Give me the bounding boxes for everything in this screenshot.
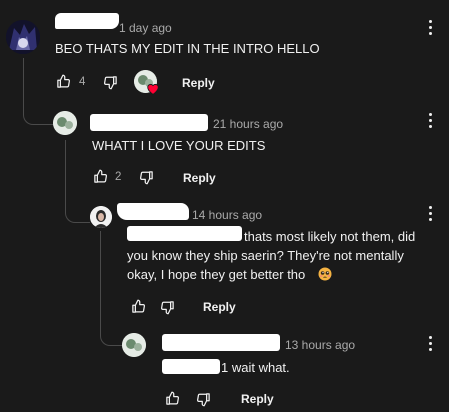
like-count: 4 xyxy=(79,76,86,88)
redacted-username xyxy=(117,203,189,220)
reply-button[interactable]: Reply xyxy=(241,392,274,406)
thumbs-up-icon xyxy=(57,74,71,88)
comment-time: 13 hours ago xyxy=(285,338,356,352)
more-options-icon[interactable] xyxy=(429,206,433,224)
dislike-button[interactable] xyxy=(103,75,118,90)
avatar[interactable] xyxy=(53,111,77,135)
thumbs-down-icon xyxy=(160,301,174,315)
thumbs-up-icon xyxy=(166,391,180,405)
avatar[interactable] xyxy=(90,206,112,228)
dislike-button[interactable] xyxy=(160,300,175,315)
comment-text: 1 wait what. xyxy=(221,360,290,375)
comment-text-line: thats most likely not them, did xyxy=(244,229,416,244)
pleading-face-emoji-icon xyxy=(318,267,332,281)
thumbs-up-icon xyxy=(94,169,108,183)
more-options-icon[interactable] xyxy=(429,20,433,38)
like-button[interactable] xyxy=(165,391,180,406)
comment-text-line: you know they ship saerin? They're not m… xyxy=(127,248,404,263)
comment-text: BEO THATS MY EDIT IN THE INTRO HELLO xyxy=(55,41,320,56)
thumbs-down-icon xyxy=(103,76,117,90)
comment-thread: { "comments": [ { "time": "1 day ago", "… xyxy=(0,0,449,412)
like-count: 2 xyxy=(115,171,122,183)
redacted-mention xyxy=(127,226,242,241)
dislike-button[interactable] xyxy=(139,170,154,185)
redacted-username xyxy=(55,13,119,29)
redacted-mention xyxy=(162,359,220,374)
thread-line xyxy=(100,231,123,346)
more-options-icon[interactable] xyxy=(429,113,433,131)
redacted-username xyxy=(90,114,208,131)
redacted-username xyxy=(162,334,280,351)
avatar[interactable] xyxy=(6,20,40,54)
like-button[interactable] xyxy=(93,169,108,184)
thumbs-up-icon xyxy=(132,299,146,313)
thread-line xyxy=(23,58,54,125)
reply-button[interactable]: Reply xyxy=(203,300,236,314)
reply-button[interactable]: Reply xyxy=(183,171,216,185)
comment-text-line: okay, I hope they get better tho xyxy=(127,267,306,282)
avatar[interactable] xyxy=(122,333,146,357)
comment-text: WHATT I LOVE YOUR EDITS xyxy=(92,138,266,153)
thumbs-down-icon xyxy=(196,393,210,407)
comment-time: 14 hours ago xyxy=(192,208,263,222)
dislike-button[interactable] xyxy=(196,392,211,407)
like-button[interactable] xyxy=(56,74,71,89)
comment-time: 1 day ago xyxy=(119,21,172,35)
thumbs-down-icon xyxy=(139,171,153,185)
comment-time: 21 hours ago xyxy=(213,117,284,131)
like-button[interactable] xyxy=(131,299,146,314)
heart-icon xyxy=(146,82,160,95)
reply-button[interactable]: Reply xyxy=(182,76,215,90)
thread-line xyxy=(65,140,90,223)
more-options-icon[interactable] xyxy=(429,336,433,354)
